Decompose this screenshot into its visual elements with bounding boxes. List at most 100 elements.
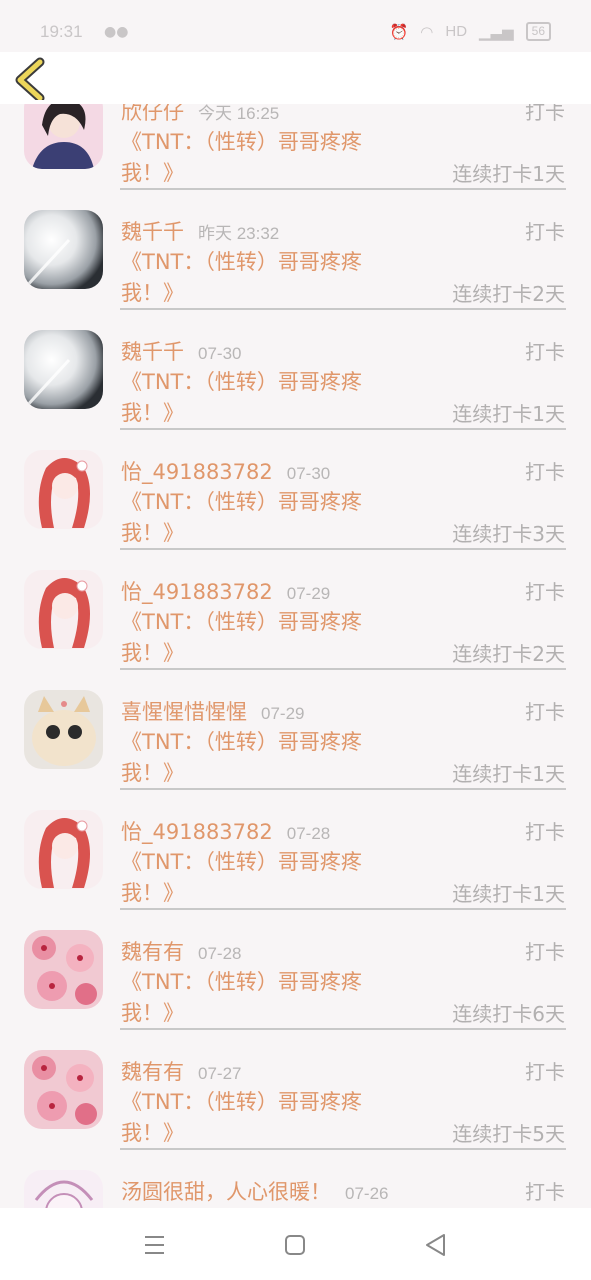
book-title[interactable]: 《TNT：（性转）哥哥疼疼我！》 xyxy=(121,487,411,549)
user-line: 魏千千 07-30 xyxy=(121,336,241,366)
user-avatar[interactable] xyxy=(24,930,103,1009)
book-title[interactable]: 《TNT：（性转）哥哥疼疼我！》 xyxy=(121,247,411,309)
book-title[interactable]: 《TNT：（性转）哥哥疼疼我！》 xyxy=(121,127,411,189)
wechat-icon: ●● xyxy=(104,24,129,40)
checkin-item[interactable]: 汤圆很甜，人心很暖！07-26打卡《TNT：（性转）哥哥疼疼我！》 xyxy=(0,1160,591,1208)
book-title[interactable]: 《TNT：（性转）哥哥疼疼我！》 xyxy=(121,847,411,909)
user-name[interactable]: 魏千千 xyxy=(121,220,184,244)
menu-button[interactable] xyxy=(137,1228,171,1262)
checkin-list-viewport[interactable]: 欣仔仔 今天 16:25 打卡 《TNT：（性转）哥哥疼疼我！》 连续打卡1天 魏千千 昨天… xyxy=(0,104,591,1208)
battery-indicator: 56 xyxy=(525,22,551,41)
checkin-type-label: 打卡 xyxy=(525,340,565,364)
streak-label: 连续打卡6天 xyxy=(452,1002,565,1026)
checkin-item[interactable]: 魏有有 07-27 打卡 《TNT：（性转）哥哥疼疼我！》 连续打卡5天 xyxy=(0,1040,591,1160)
streak-label: 连续打卡2天 xyxy=(452,282,565,306)
checkin-type-label: 打卡 xyxy=(525,940,565,964)
user-line: 魏有有 07-28 xyxy=(121,936,241,966)
signal-icon: ▁▃▅ xyxy=(479,23,514,41)
user-avatar[interactable] xyxy=(24,1050,103,1129)
divider xyxy=(120,1028,566,1030)
checkin-date: 07-27 xyxy=(198,1064,242,1083)
alarm-icon: ⏰ xyxy=(389,23,409,41)
user-name[interactable]: 魏有有 xyxy=(121,940,184,964)
user-avatar[interactable] xyxy=(24,810,103,889)
checkin-date: 07-28 xyxy=(198,944,242,963)
user-line: 喜惺惺惜惺惺 07-29 xyxy=(121,696,304,726)
user-line: 欣仔仔 今天 16:25 xyxy=(121,104,279,126)
home-icon xyxy=(285,1235,305,1255)
checkin-item[interactable]: 喜惺惺惜惺惺 07-29 打卡《TNT：（性转）哥哥疼疼我！》连续打卡1天 xyxy=(0,680,591,800)
user-name[interactable]: 魏有有 xyxy=(121,1060,184,1084)
book-title[interactable]: 《TNT：（性转）哥哥疼疼我！》 xyxy=(121,1087,411,1149)
checkin-type-label: 打卡 xyxy=(525,820,565,844)
checkin-type-label: 打卡 xyxy=(525,1180,565,1204)
divider xyxy=(120,308,566,310)
user-name[interactable]: 怡_491883782 xyxy=(121,580,273,604)
user-line: 怡_491883782 07-30 xyxy=(121,456,330,486)
book-title[interactable]: 《TNT：（性转）哥哥疼疼我！》 xyxy=(121,727,411,789)
book-title[interactable]: 《TNT：（性转）哥哥疼疼我！》 xyxy=(121,607,411,669)
divider xyxy=(120,788,566,790)
checkin-item[interactable]: 欣仔仔 今天 16:25 打卡《TNT：（性转）哥哥疼疼我！》连续打卡1天 xyxy=(0,104,591,200)
divider xyxy=(120,548,566,550)
back-button[interactable] xyxy=(12,56,56,103)
user-line: 怡_491883782 07-29 xyxy=(121,576,330,606)
streak-label: 连续打卡1天 xyxy=(452,762,565,786)
checkin-type-label: 打卡 xyxy=(525,1060,565,1084)
streak-label: 连续打卡1天 xyxy=(452,402,565,426)
status-time: 19:31 xyxy=(40,22,83,41)
user-line: 怡_491883782 07-28 xyxy=(121,816,330,846)
wifi-icon: ◠ xyxy=(420,23,434,41)
network-label: HD xyxy=(445,23,468,40)
user-avatar[interactable] xyxy=(24,330,103,409)
book-title[interactable]: 《TNT：（性转）哥哥疼疼我！》 xyxy=(121,967,411,1029)
checkin-item[interactable]: 怡_491883782 07-29 打卡《TNT：（性转）哥哥疼疼我！》连续打卡2天 xyxy=(0,560,591,680)
back-triangle-icon xyxy=(426,1234,445,1256)
checkin-date: 昨天 23:32 xyxy=(198,224,280,243)
divider xyxy=(120,428,566,430)
streak-label: 连续打卡1天 xyxy=(452,882,565,906)
checkin-type-label: 打卡 xyxy=(525,580,565,604)
streak-label: 连续打卡2天 xyxy=(452,642,565,666)
checkin-item[interactable]: 怡_491883782 07-28 打卡《TNT：（性转）哥哥疼疼我！》连续打卡1天 xyxy=(0,800,591,920)
user-name[interactable]: 汤圆很甜，人心很暖！ xyxy=(121,1180,331,1204)
checkin-date: 07-30 xyxy=(286,464,331,483)
user-name[interactable]: 怡_491883782 xyxy=(121,820,273,844)
divider xyxy=(120,188,566,190)
user-avatar[interactable] xyxy=(24,210,103,289)
user-avatar[interactable] xyxy=(24,450,103,529)
user-name[interactable]: 欣仔仔 xyxy=(121,104,184,124)
checkin-item[interactable]: 怡_491883782 07-30 打卡《TNT：（性转）哥哥疼疼我！》连续打卡3天 xyxy=(0,440,591,560)
user-name[interactable]: 喜惺惺惜惺惺 xyxy=(121,700,247,724)
checkin-item[interactable]: 魏千千 昨天 23:32 打卡 《TNT：（性转）哥哥疼疼我！》 连续打卡2天 xyxy=(0,200,591,320)
book-title[interactable]: 《TNT：（性转）哥哥疼疼我！》 xyxy=(121,367,411,429)
user-line: 汤圆很甜，人心很暖！ 07-26 xyxy=(121,1176,388,1206)
checkin-type-label: 打卡 xyxy=(525,104,565,124)
menu-icon xyxy=(145,1236,164,1254)
user-avatar[interactable] xyxy=(24,570,103,649)
user-avatar[interactable] xyxy=(24,690,103,769)
user-name[interactable]: 怡_491883782 xyxy=(121,460,273,484)
streak-label: 连续打卡1天 xyxy=(452,162,565,186)
chevron-left-icon xyxy=(15,57,45,103)
streak-label: 连续打卡3天 xyxy=(452,522,565,546)
checkin-type-label: 打卡 xyxy=(525,460,565,484)
nav-back-button[interactable] xyxy=(418,1228,452,1262)
user-avatar[interactable] xyxy=(24,1170,103,1208)
checkin-date: 07-29 xyxy=(261,704,305,723)
checkin-item[interactable]: 魏有有 07-28 打卡《TNT：（性转）哥哥疼疼我！》连续打卡6天 xyxy=(0,920,591,1040)
divider xyxy=(120,668,566,670)
home-button[interactable] xyxy=(278,1228,312,1262)
user-name[interactable]: 魏千千 xyxy=(121,340,184,364)
checkin-date: 07-28 xyxy=(286,824,331,843)
checkin-date: 07-29 xyxy=(286,584,331,603)
checkin-type-label: 打卡 xyxy=(525,700,565,724)
checkin-date: 07-30 xyxy=(198,344,242,363)
user-avatar[interactable] xyxy=(24,104,103,169)
status-indicators: ⏰ ◠ HD ▁▃▅ 56 xyxy=(390,22,551,41)
divider xyxy=(120,908,566,910)
status-bar: 19:31 ●● ⏰ ◠ HD ▁▃▅ 56 xyxy=(0,0,591,52)
checkin-item[interactable]: 魏千千 07-30 打卡《TNT：（性转）哥哥疼疼我！》连续打卡1天 xyxy=(0,320,591,440)
checkin-date: 07-26 xyxy=(345,1184,389,1203)
user-line: 魏千千 昨天 23:32 xyxy=(121,216,279,246)
